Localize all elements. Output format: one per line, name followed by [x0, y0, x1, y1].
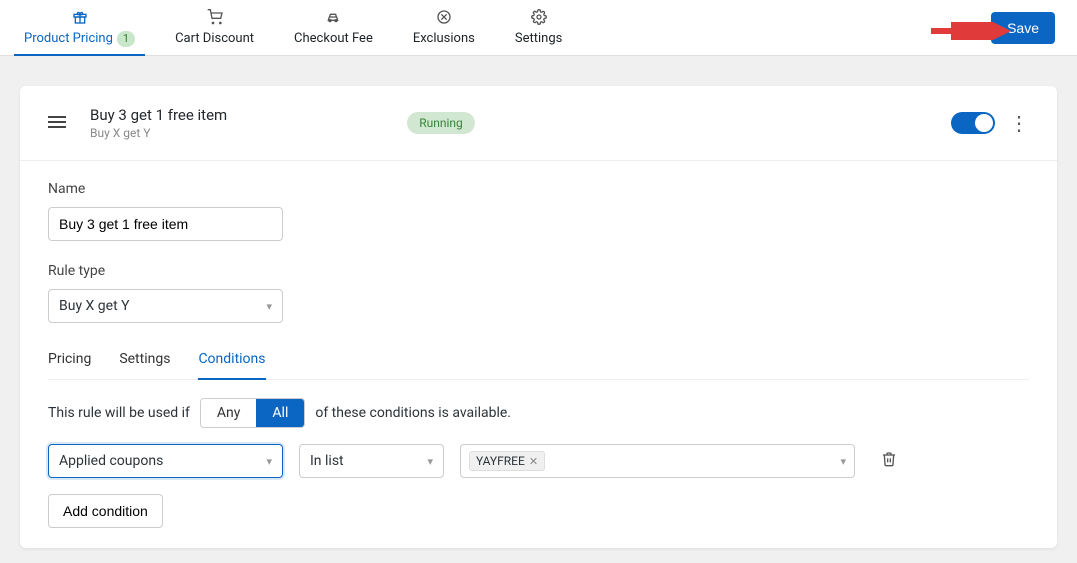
tab-label: Checkout Fee [294, 31, 373, 46]
delete-condition-icon[interactable] [881, 451, 897, 471]
cart-icon [207, 9, 223, 29]
name-input[interactable] [48, 207, 283, 241]
content-area: Buy 3 get 1 free item Buy X get Y Runnin… [0, 56, 1077, 563]
enable-toggle[interactable] [951, 112, 995, 134]
tab-label: Cart Discount [175, 31, 254, 46]
rule-subtabs: Pricing Settings Conditions [48, 345, 1029, 380]
coupon-tag-label: YAYFREE [476, 454, 525, 468]
rule-titles: Buy 3 get 1 free item Buy X get Y [90, 106, 227, 140]
cond-suffix: of these conditions is available. [315, 405, 511, 421]
condition-field-value: Applied coupons [59, 453, 163, 469]
cond-prefix: This rule will be used if [48, 405, 190, 421]
subtab-settings[interactable]: Settings [119, 345, 170, 379]
gear-icon [531, 9, 547, 29]
seg-any[interactable]: Any [201, 399, 257, 427]
ruletype-label: Rule type [48, 263, 1029, 279]
subtab-conditions[interactable]: Conditions [198, 345, 265, 379]
ruletype-select[interactable]: Buy X get Y ▾ [48, 289, 283, 323]
condition-value-multiselect[interactable]: YAYFREE ✕ ▾ [460, 444, 855, 478]
rule-header: Buy 3 get 1 free item Buy X get Y Runnin… [20, 86, 1057, 161]
tab-label: Exclusions [413, 31, 475, 46]
remove-tag-icon[interactable]: ✕ [529, 455, 538, 468]
more-menu-icon[interactable]: ⋮ [1009, 111, 1029, 135]
tab-settings[interactable]: Settings [495, 0, 582, 56]
rule-body: Name Rule type Buy X get Y ▾ Pricing Set… [20, 161, 1057, 548]
rule-card: Buy 3 get 1 free item Buy X get Y Runnin… [20, 86, 1057, 548]
top-tabs: Product Pricing 1 Cart Discount Checkout… [0, 0, 582, 56]
drag-handle-icon[interactable] [48, 113, 66, 134]
count-badge: 1 [117, 31, 135, 47]
condition-field-select[interactable]: Applied coupons ▾ [48, 444, 283, 478]
name-block: Name [48, 181, 1029, 241]
chevron-down-icon: ▾ [266, 300, 272, 313]
ruletype-block: Rule type Buy X get Y ▾ [48, 263, 1029, 323]
tab-exclusions[interactable]: Exclusions [393, 0, 495, 56]
status-badge: Running [407, 112, 475, 134]
any-all-segment: Any All [200, 398, 305, 428]
name-label: Name [48, 181, 1029, 197]
chevron-down-icon: ▾ [427, 455, 433, 468]
tab-label: Settings [515, 31, 562, 46]
condition-operator-value: In list [310, 453, 344, 469]
condition-row: Applied coupons ▾ In list ▾ YAYFREE ✕ ▾ [48, 444, 1029, 478]
subtab-pricing[interactable]: Pricing [48, 345, 91, 379]
ruletype-value: Buy X get Y [59, 298, 130, 314]
tab-checkout-fee[interactable]: Checkout Fee [274, 0, 393, 56]
coupon-tag: YAYFREE ✕ [469, 451, 545, 471]
rule-header-right: ⋮ [951, 111, 1029, 135]
tab-cart-discount[interactable]: Cart Discount [155, 0, 274, 56]
chevron-down-icon: ▾ [266, 455, 272, 468]
add-condition-button[interactable]: Add condition [48, 494, 163, 528]
car-icon [325, 9, 341, 29]
rule-subtitle: Buy X get Y [90, 126, 227, 140]
seg-all[interactable]: All [256, 399, 304, 427]
save-button[interactable]: Save [991, 12, 1055, 44]
gift-icon [72, 9, 88, 29]
condition-operator-select[interactable]: In list ▾ [299, 444, 444, 478]
exclusion-icon [436, 9, 452, 29]
tab-label: Product Pricing [24, 31, 113, 46]
chevron-down-icon: ▾ [840, 455, 846, 468]
top-bar: Product Pricing 1 Cart Discount Checkout… [0, 0, 1077, 56]
tab-product-pricing[interactable]: Product Pricing 1 [4, 0, 155, 56]
condition-mode-line: This rule will be used if Any All of the… [48, 398, 1029, 428]
rule-title: Buy 3 get 1 free item [90, 106, 227, 124]
